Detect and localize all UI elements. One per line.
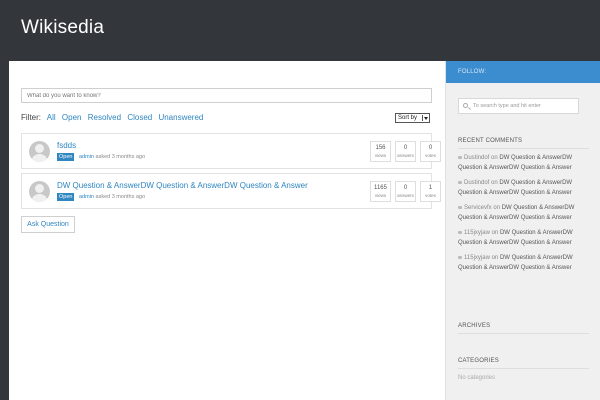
follow-bar: FOLLOW: xyxy=(446,61,600,83)
votes-label: votes xyxy=(425,153,436,158)
avatar[interactable] xyxy=(29,141,50,162)
divider xyxy=(458,148,589,149)
comment-author: 115jxyjaw xyxy=(464,255,490,261)
votes-label: votes xyxy=(425,193,436,198)
list-item: Dustindof on DW Question & AnswerDW Ques… xyxy=(458,178,578,198)
question-title[interactable]: DW Question & AnswerDW Question & Answer… xyxy=(57,181,308,190)
site-title[interactable]: Wikisedia xyxy=(21,17,104,39)
question-author[interactable]: admin xyxy=(79,194,94,200)
question-date: asked 3 months ago xyxy=(95,154,146,160)
votes-number: 0 xyxy=(428,145,433,151)
left-gutter xyxy=(0,61,9,400)
chevron-down-icon xyxy=(422,115,428,121)
search-icon xyxy=(463,103,468,108)
main-content: Filter: All Open Resolved Closed Unanswe… xyxy=(9,61,445,400)
votes-number: 1 xyxy=(428,185,433,191)
comment-on: on xyxy=(493,205,501,211)
list-item: 115jxyjaw on DW Question & AnswerDW Ques… xyxy=(458,253,578,273)
comment-author: Dustindof xyxy=(464,180,490,186)
comment-on: on xyxy=(491,155,498,161)
question-meta: Open admin asked 3 months ago xyxy=(57,193,145,201)
filter-open[interactable]: Open xyxy=(62,113,82,122)
sidebar-search-input[interactable]: To search type and hit enter xyxy=(458,98,579,114)
answers-number: 0 xyxy=(403,145,408,151)
views-number: 156 xyxy=(375,145,386,151)
filter-all[interactable]: All xyxy=(47,113,56,122)
answers-label: answers xyxy=(397,153,414,158)
votes-count: 0 votes xyxy=(420,141,441,162)
avatar[interactable] xyxy=(29,181,50,202)
site-header: Wikisedia xyxy=(0,0,600,61)
views-number: 1165 xyxy=(374,185,387,191)
comment-icon xyxy=(458,155,462,159)
status-badge: Open xyxy=(57,153,75,161)
question-list: fsdds Open admin asked 3 months ago 156 … xyxy=(21,133,441,213)
answers-count: 0 answers xyxy=(395,141,416,162)
recent-comments-list: Dustindof on DW Question & AnswerDW Ques… xyxy=(458,153,578,278)
no-categories-text: No categories xyxy=(458,375,496,381)
filter-bar: Filter: All Open Resolved Closed Unanswe… xyxy=(21,113,207,122)
views-count: 1165 views xyxy=(370,181,391,202)
question-search-input[interactable] xyxy=(21,88,432,103)
question-title[interactable]: fsdds xyxy=(57,141,76,150)
divider xyxy=(458,368,589,369)
comment-on: on xyxy=(491,180,498,186)
question-item: DW Question & AnswerDW Question & Answer… xyxy=(21,173,441,209)
recent-comments-title: RECENT COMMENTS xyxy=(458,138,523,144)
filter-label: Filter: xyxy=(21,113,41,122)
list-item: Servicevfx on DW Question & AnswerDW Que… xyxy=(458,203,578,223)
answers-number: 0 xyxy=(403,185,408,191)
archives-title: ARCHIVES xyxy=(458,323,491,329)
answers-count: 0 answers xyxy=(395,181,416,202)
follow-label: FOLLOW: xyxy=(458,69,487,75)
status-badge: Open xyxy=(57,193,75,201)
comment-icon xyxy=(458,230,462,234)
filter-unanswered[interactable]: Unanswered xyxy=(158,113,203,122)
sidebar: FOLLOW: To search type and hit enter REC… xyxy=(445,61,600,400)
categories-title: CATEGORIES xyxy=(458,358,499,364)
votes-count: 1 votes xyxy=(420,181,441,202)
sidebar-search-placeholder: To search type and hit enter xyxy=(473,103,541,109)
comment-icon xyxy=(458,180,462,184)
views-count: 156 views xyxy=(370,141,391,162)
filter-closed[interactable]: Closed xyxy=(127,113,152,122)
question-date: asked 3 months ago xyxy=(95,194,146,200)
views-label: views xyxy=(374,153,387,158)
answers-label: answers xyxy=(397,193,414,198)
comment-author: 115jxyjaw xyxy=(464,230,490,236)
views-label: views xyxy=(374,193,387,198)
comment-on: on xyxy=(491,255,499,261)
sort-select-label: Sort by xyxy=(398,115,418,121)
question-meta: Open admin asked 3 months ago xyxy=(57,153,145,161)
comment-icon xyxy=(458,255,462,259)
filter-resolved[interactable]: Resolved xyxy=(88,113,121,122)
comment-author: Servicevfx xyxy=(464,205,492,211)
comment-author: Dustindof xyxy=(464,155,490,161)
sort-select[interactable]: Sort by xyxy=(395,113,430,123)
divider xyxy=(458,333,589,334)
ask-question-button[interactable]: Ask Question xyxy=(21,216,75,233)
list-item: 115jxyjaw on DW Question & AnswerDW Ques… xyxy=(458,228,578,248)
comment-icon xyxy=(458,205,462,209)
list-item: Dustindof on DW Question & AnswerDW Ques… xyxy=(458,153,578,173)
question-author[interactable]: admin xyxy=(79,154,94,160)
question-item: fsdds Open admin asked 3 months ago 156 … xyxy=(21,133,441,169)
comment-on: on xyxy=(491,230,499,236)
